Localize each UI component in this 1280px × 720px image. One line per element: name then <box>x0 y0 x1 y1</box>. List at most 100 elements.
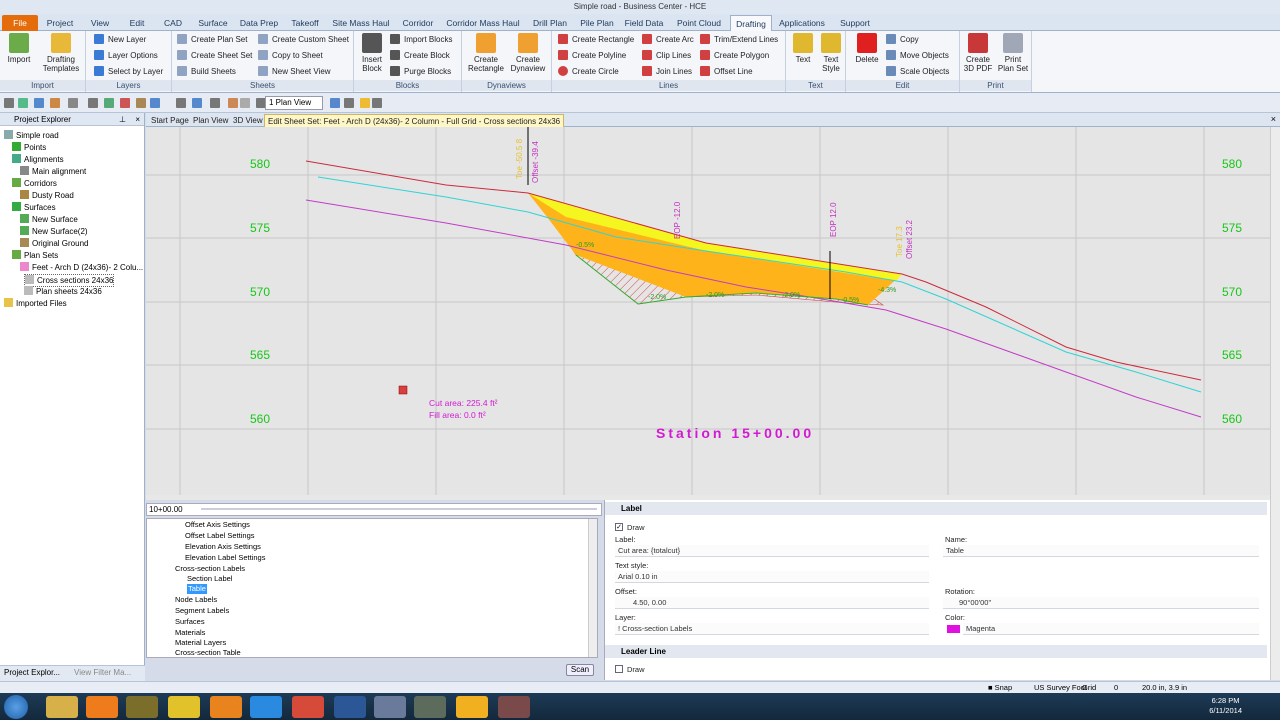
station-slider[interactable] <box>201 508 597 510</box>
explorer-item-plan-sets[interactable]: Plan Sets <box>12 250 58 261</box>
new-layer-button[interactable]: New Layer <box>94 34 146 46</box>
clock[interactable]: 6:28 PM 6/11/2014 <box>1209 696 1242 716</box>
vertical-scrollbar[interactable] <box>1270 127 1280 500</box>
toolbar-icon-18[interactable] <box>344 98 354 108</box>
toolbar-icon-7[interactable] <box>104 98 114 108</box>
tree-material-layers[interactable]: Material Layers <box>175 638 226 648</box>
toolbar-icon-2[interactable] <box>18 98 28 108</box>
explorer-item-simple-road[interactable]: Simple road <box>4 130 59 141</box>
scan-button[interactable]: Scan <box>566 664 594 676</box>
tab-view-filter[interactable]: View Filter Ma... <box>74 668 131 677</box>
app4-taskbar-icon[interactable] <box>414 696 446 718</box>
tree-materials[interactable]: Materials <box>175 628 205 638</box>
label-section-header[interactable]: Label <box>605 502 1267 515</box>
word-taskbar-icon[interactable] <box>334 696 366 718</box>
app-taskbar-icon[interactable] <box>126 696 158 718</box>
ribbon-tab-edit[interactable]: Edit <box>120 15 154 31</box>
explorer-item-surfaces[interactable]: Surfaces <box>12 202 56 213</box>
toolbar-icon-4[interactable] <box>50 98 60 108</box>
tree-offset-label[interactable]: Offset Label Settings <box>185 531 255 541</box>
create-dynaview-button[interactable]: Create Dynaview <box>508 33 548 73</box>
toolbar-icon-12[interactable] <box>192 98 202 108</box>
create-3d-pdf-button[interactable]: Create 3D PDF <box>962 33 994 73</box>
toolbar-icon-15[interactable] <box>240 98 250 108</box>
explorer-item-plan-sheets-24x36[interactable]: Plan sheets 24x36 <box>24 286 102 297</box>
draw-label-checkbox[interactable]: ✓ <box>615 523 623 531</box>
station-input[interactable]: 10+00.00 <box>146 503 602 516</box>
toolbar-icon-20[interactable] <box>372 98 382 108</box>
ie-taskbar-icon[interactable] <box>250 696 282 718</box>
import-button[interactable]: Import <box>4 33 34 64</box>
import-blocks-button[interactable]: Import Blocks <box>390 34 452 46</box>
ribbon-tab-corridor[interactable]: Corridor <box>396 15 440 31</box>
explorer-item-new-surface-2[interactable]: New Surface(2) <box>20 226 88 237</box>
toolbar-icon-11[interactable] <box>176 98 186 108</box>
toolbar-icon-14[interactable] <box>228 98 238 108</box>
media-taskbar-icon[interactable] <box>86 696 118 718</box>
business-center-taskbar-icon[interactable] <box>456 696 488 718</box>
create-circle-button[interactable]: Create Circle <box>558 66 619 78</box>
create-polyline-button[interactable]: Create Polyline <box>558 50 626 62</box>
chrome-taskbar-icon[interactable] <box>292 696 324 718</box>
color-select[interactable]: Magenta <box>963 623 1259 635</box>
create-arc-button[interactable]: Create Arc <box>642 34 694 46</box>
app2-taskbar-icon[interactable] <box>168 696 200 718</box>
explorer-item-feet-arch-d-24x36-2-colu[interactable]: Feet - Arch D (24x36)- 2 Colu... <box>20 262 143 273</box>
ribbon-tab-project[interactable]: Project <box>40 15 80 31</box>
tree-cross-section-table[interactable]: Cross-section Table <box>175 648 241 658</box>
ribbon-tab-view[interactable]: View <box>82 15 118 31</box>
tree-elevation-label[interactable]: Elevation Label Settings <box>185 553 265 563</box>
explorer-item-dusty-road[interactable]: Dusty Road <box>20 190 74 201</box>
ribbon-tab-point-cloud[interactable]: Point Cloud <box>670 15 728 31</box>
outlook-taskbar-icon[interactable] <box>210 696 242 718</box>
toolbar-icon-1[interactable] <box>4 98 14 108</box>
explorer-item-corridors[interactable]: Corridors <box>12 178 57 189</box>
view-select[interactable]: 1 Plan View <box>265 96 323 110</box>
layer-options-button[interactable]: Layer Options <box>94 50 158 62</box>
tree-node-labels[interactable]: Node Labels <box>175 595 217 605</box>
toolbar-icon-3[interactable] <box>34 98 44 108</box>
layer-select[interactable]: ! Cross-section Labels <box>615 623 929 635</box>
explorer-item-original-ground[interactable]: Original Ground <box>20 238 88 249</box>
ribbon-tab-drill-plan[interactable]: Drill Plan <box>526 15 574 31</box>
toolbar-icon-5[interactable] <box>68 98 78 108</box>
create-custom-sheet-button[interactable]: Create Custom Sheet <box>258 34 349 46</box>
toolbar-icon-17[interactable] <box>330 98 340 108</box>
trim-extend-lines-button[interactable]: Trim/Extend Lines <box>700 34 778 46</box>
ribbon-tab-surface[interactable]: Surface <box>192 15 234 31</box>
create-plan-set-button[interactable]: Create Plan Set <box>177 34 247 46</box>
ribbon-tab-pile-plan[interactable]: Pile Plan <box>576 15 618 31</box>
create-sheet-set-button[interactable]: Create Sheet Set <box>177 50 252 62</box>
toolbar-icon-19[interactable] <box>360 98 370 108</box>
cross-section-canvas[interactable]: 580 580 575 575 570 570 565 565 560 560 Toe -50.5 … <box>146 127 1270 495</box>
toolbar-icon-8[interactable] <box>120 98 130 108</box>
offset-line-button[interactable]: Offset Line <box>700 66 753 78</box>
explorer-item-main-alignment[interactable]: Main alignment <box>20 166 86 177</box>
toolbar-icon-9[interactable] <box>136 98 146 108</box>
ribbon-tab-cad[interactable]: CAD <box>156 15 190 31</box>
tab-project-explorer[interactable]: Project Explor... <box>4 668 60 677</box>
copy-to-sheet-button[interactable]: Copy to Sheet <box>258 50 323 62</box>
new-sheet-view-button[interactable]: New Sheet View <box>258 66 331 78</box>
scale-objects-button[interactable]: Scale Objects <box>886 66 949 78</box>
toolbar-icon-10[interactable] <box>150 98 160 108</box>
ribbon-tab-applications[interactable]: Applications <box>774 15 830 31</box>
close-icon[interactable]: × <box>135 113 140 126</box>
tree-offset-axis[interactable]: Offset Axis Settings <box>185 520 250 530</box>
app3-taskbar-icon[interactable] <box>374 696 406 718</box>
rotation-input[interactable]: 90°00'00" <box>943 597 1259 609</box>
start-button[interactable] <box>4 695 28 719</box>
delete-button[interactable]: Delete <box>852 33 882 64</box>
tree-segment-labels[interactable]: Segment Labels <box>175 606 229 616</box>
toolbar-icon-13[interactable] <box>210 98 220 108</box>
close-tab-icon[interactable]: × <box>1271 114 1276 124</box>
insert-block-button[interactable]: Insert Block <box>358 33 386 73</box>
build-sheets-button[interactable]: Build Sheets <box>177 66 236 78</box>
tree-table-selected[interactable]: Table <box>187 584 207 594</box>
ribbon-tab-corridor-mass-haul[interactable]: Corridor Mass Haul <box>442 15 524 31</box>
tree-elevation-axis[interactable]: Elevation Axis Settings <box>185 542 261 552</box>
tab-start-page[interactable]: Start Page <box>148 114 192 127</box>
tree-section-label[interactable]: Section Label <box>187 574 232 584</box>
create-polygon-button[interactable]: Create Polygon <box>700 50 769 62</box>
create-block-button[interactable]: Create Block <box>390 50 450 62</box>
